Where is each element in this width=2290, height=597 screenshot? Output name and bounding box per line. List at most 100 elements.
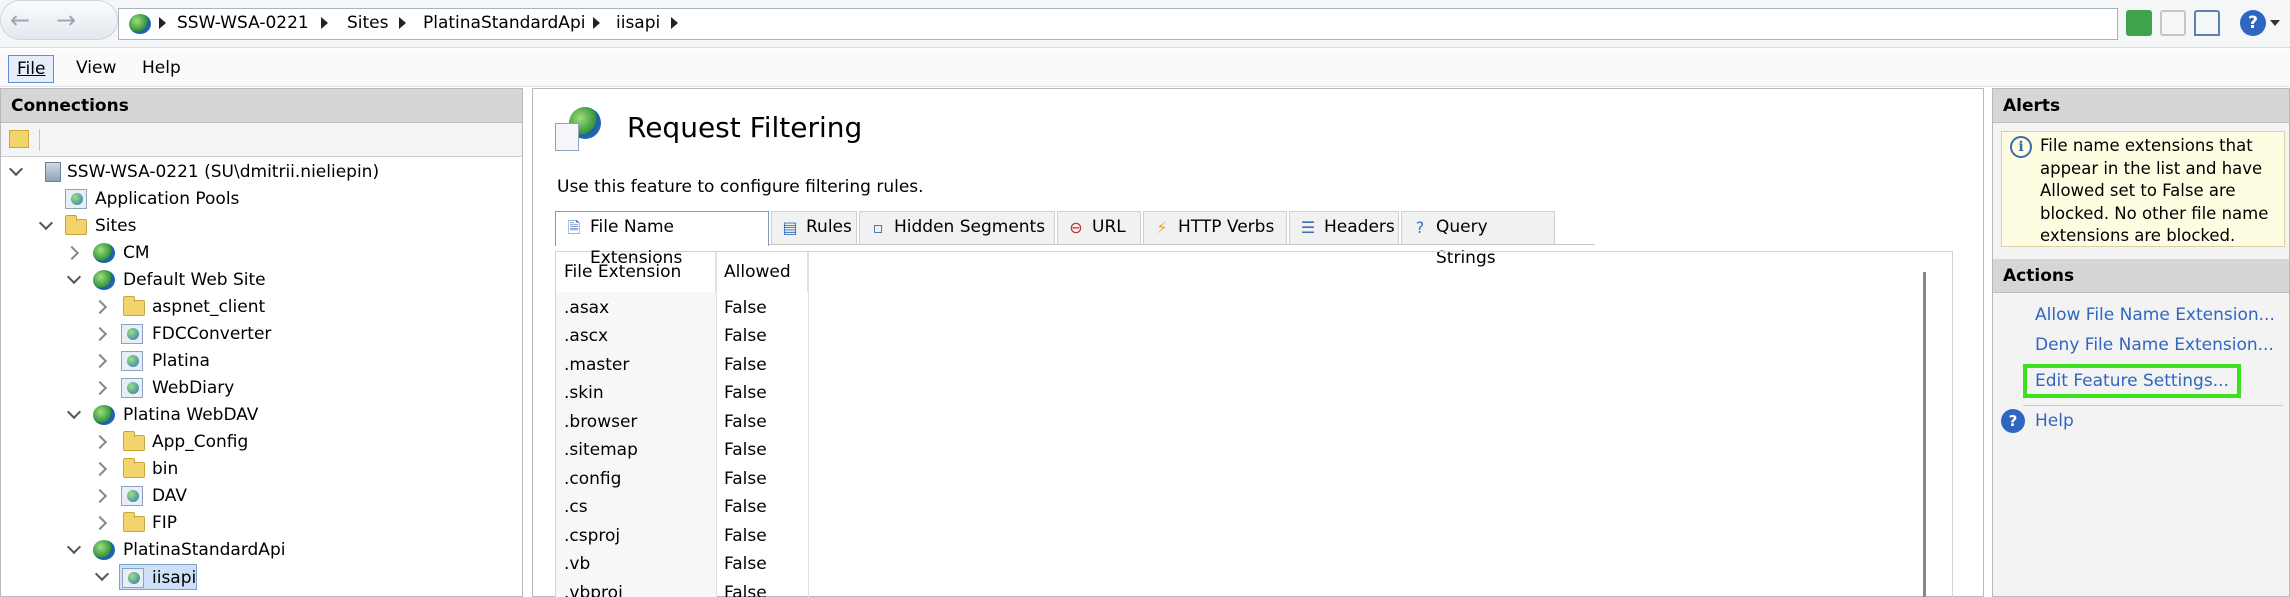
breadcrumb[interactable]: SSW-WSA-0221 Sites PlatinaStandardApi ii…: [118, 8, 2118, 40]
chevron-down-icon[interactable]: [66, 404, 82, 420]
document-icon: 🗎: [567, 218, 581, 237]
breadcrumb-item[interactable]: PlatinaStandardApi: [423, 13, 585, 33]
tree-node-platina-webdav[interactable]: Platina WebDAV: [1, 402, 521, 428]
nav-buttons[interactable]: ← →: [0, 0, 118, 40]
breadcrumb-item[interactable]: iisapi: [616, 13, 660, 33]
breadcrumb-separator-icon[interactable]: [593, 17, 600, 29]
server-icon: [45, 162, 61, 182]
chevron-right-icon[interactable]: [92, 461, 108, 477]
table-row[interactable]: .vb False: [556, 550, 808, 578]
forward-arrow-icon[interactable]: →: [56, 6, 76, 34]
help-icon[interactable]: ?: [2240, 10, 2266, 36]
tab-hidden-segments[interactable]: ▫ Hidden Segments: [859, 211, 1055, 244]
tree-node-webdiary[interactable]: WebDiary: [1, 375, 521, 401]
breadcrumb-separator-icon[interactable]: [321, 17, 328, 29]
stop-icon[interactable]: [2160, 10, 2186, 36]
app-pools-icon: [65, 189, 87, 209]
menu-file[interactable]: File: [8, 55, 55, 83]
table-row[interactable]: .skin False: [556, 379, 808, 407]
tree-label: SSW-WSA-0221 (SU\dmitrii.nieliepin): [67, 162, 380, 182]
column-divider: [808, 252, 809, 597]
chevron-down-icon[interactable]: [66, 269, 82, 285]
chevron-down-icon[interactable]: [94, 566, 110, 582]
tab-rules[interactable]: ▤ Rules: [771, 211, 857, 244]
table-row[interactable]: .cs False: [556, 493, 808, 521]
table-row[interactable]: .sitemap False: [556, 436, 808, 464]
tree-node-fip[interactable]: FIP: [1, 510, 521, 536]
request-filtering-icon: [555, 107, 603, 155]
vertical-scrollbar[interactable]: [1923, 272, 1926, 597]
chevron-right-icon[interactable]: [92, 326, 108, 342]
help-icon[interactable]: ?: [2001, 409, 2025, 433]
menu-help[interactable]: Help: [134, 55, 189, 81]
chevron-right-icon[interactable]: [64, 245, 80, 261]
tree-node-app-pools[interactable]: Application Pools: [1, 186, 521, 212]
tree-label: bin: [152, 459, 179, 479]
chevron-right-icon[interactable]: [92, 488, 108, 504]
allowed-cell: False: [724, 355, 767, 375]
deny-file-name-extension-link[interactable]: Deny File Name Extension...: [2035, 335, 2274, 355]
breadcrumb-separator-icon[interactable]: [159, 17, 166, 29]
tree-label: iisapi: [152, 568, 197, 588]
column-header-allowed[interactable]: Allowed: [716, 252, 808, 292]
chevron-right-icon[interactable]: [92, 515, 108, 531]
tree-node-iisapi[interactable]: iisapi: [1, 564, 521, 590]
chevron-right-icon[interactable]: [92, 380, 108, 396]
tree-node-fdcconverter[interactable]: FDCConverter: [1, 321, 521, 347]
tree-node-sites[interactable]: Sites: [1, 213, 521, 239]
chevron-right-icon[interactable]: [92, 434, 108, 450]
selected-item[interactable]: iisapi: [119, 564, 197, 590]
tab-http-verbs[interactable]: ⚡ HTTP Verbs: [1143, 211, 1287, 244]
chevron-right-icon[interactable]: [92, 353, 108, 369]
help-link[interactable]: Help: [2035, 411, 2074, 431]
breadcrumb-separator-icon[interactable]: [399, 17, 406, 29]
page-description: Use this feature to configure filtering …: [557, 177, 924, 197]
tree-label: WebDiary: [152, 378, 235, 398]
tree-node-aspnet-client[interactable]: aspnet_client: [1, 294, 521, 320]
tree-label: Platina: [152, 351, 210, 371]
tab-headers[interactable]: ☰ Headers: [1289, 211, 1399, 244]
tree-node-cm[interactable]: CM: [1, 240, 521, 266]
application-icon: [121, 324, 143, 344]
breadcrumb-item[interactable]: Sites: [347, 13, 389, 33]
table-row[interactable]: .vbproj False: [556, 579, 808, 597]
tree-node-app-config[interactable]: App_Config: [1, 429, 521, 455]
table-row[interactable]: .config False: [556, 465, 808, 493]
allowed-cell: False: [724, 412, 767, 432]
chevron-down-icon[interactable]: [2270, 20, 2280, 26]
chevron-right-icon[interactable]: [92, 299, 108, 315]
table-row[interactable]: .browser False: [556, 408, 808, 436]
menu-view[interactable]: View: [68, 55, 124, 81]
table-row[interactable]: .asax False: [556, 294, 808, 322]
breadcrumb-item[interactable]: SSW-WSA-0221: [177, 13, 309, 33]
tree-node-bin[interactable]: bin: [1, 456, 521, 482]
allow-file-name-extension-link[interactable]: Allow File Name Extension...: [2035, 305, 2275, 325]
globe-icon: [129, 14, 151, 34]
refresh-icon[interactable]: [2126, 10, 2152, 36]
tree-node-default-web-site[interactable]: Default Web Site: [1, 267, 521, 293]
tab-query-strings[interactable]: ? Query Strings: [1401, 211, 1555, 268]
chevron-down-icon[interactable]: [66, 539, 82, 555]
tree-label: Platina WebDAV: [123, 405, 259, 425]
tree-node-dav[interactable]: DAV: [1, 483, 521, 509]
table-row[interactable]: .csproj False: [556, 522, 808, 550]
tab-file-name-extensions[interactable]: 🗎 File Name Extensions: [555, 211, 769, 268]
tree-node-platina[interactable]: Platina: [1, 348, 521, 374]
table-row[interactable]: .master False: [556, 351, 808, 379]
tab-url[interactable]: ⊖ URL: [1057, 211, 1141, 244]
extension-cell: .asax: [564, 298, 610, 318]
chevron-down-icon[interactable]: [8, 161, 24, 177]
tree-node-server[interactable]: SSW-WSA-0221 (SU\dmitrii.nieliepin): [1, 159, 521, 185]
folder-add-icon[interactable]: [9, 130, 29, 148]
tree-label: DAV: [152, 486, 187, 506]
table-row[interactable]: .ascx False: [556, 322, 808, 350]
globe-icon: [93, 243, 115, 263]
chevron-down-icon[interactable]: [38, 215, 54, 231]
tree-node-platina-standard-api[interactable]: PlatinaStandardApi: [1, 537, 521, 563]
alerts-title: Alerts: [1993, 89, 2289, 123]
back-arrow-icon[interactable]: ←: [10, 6, 30, 34]
edit-feature-settings-link[interactable]: Edit Feature Settings...: [2023, 364, 2241, 398]
home-icon[interactable]: [2194, 10, 2220, 36]
folder-icon: [123, 431, 145, 451]
breadcrumb-separator-icon[interactable]: [671, 17, 678, 29]
